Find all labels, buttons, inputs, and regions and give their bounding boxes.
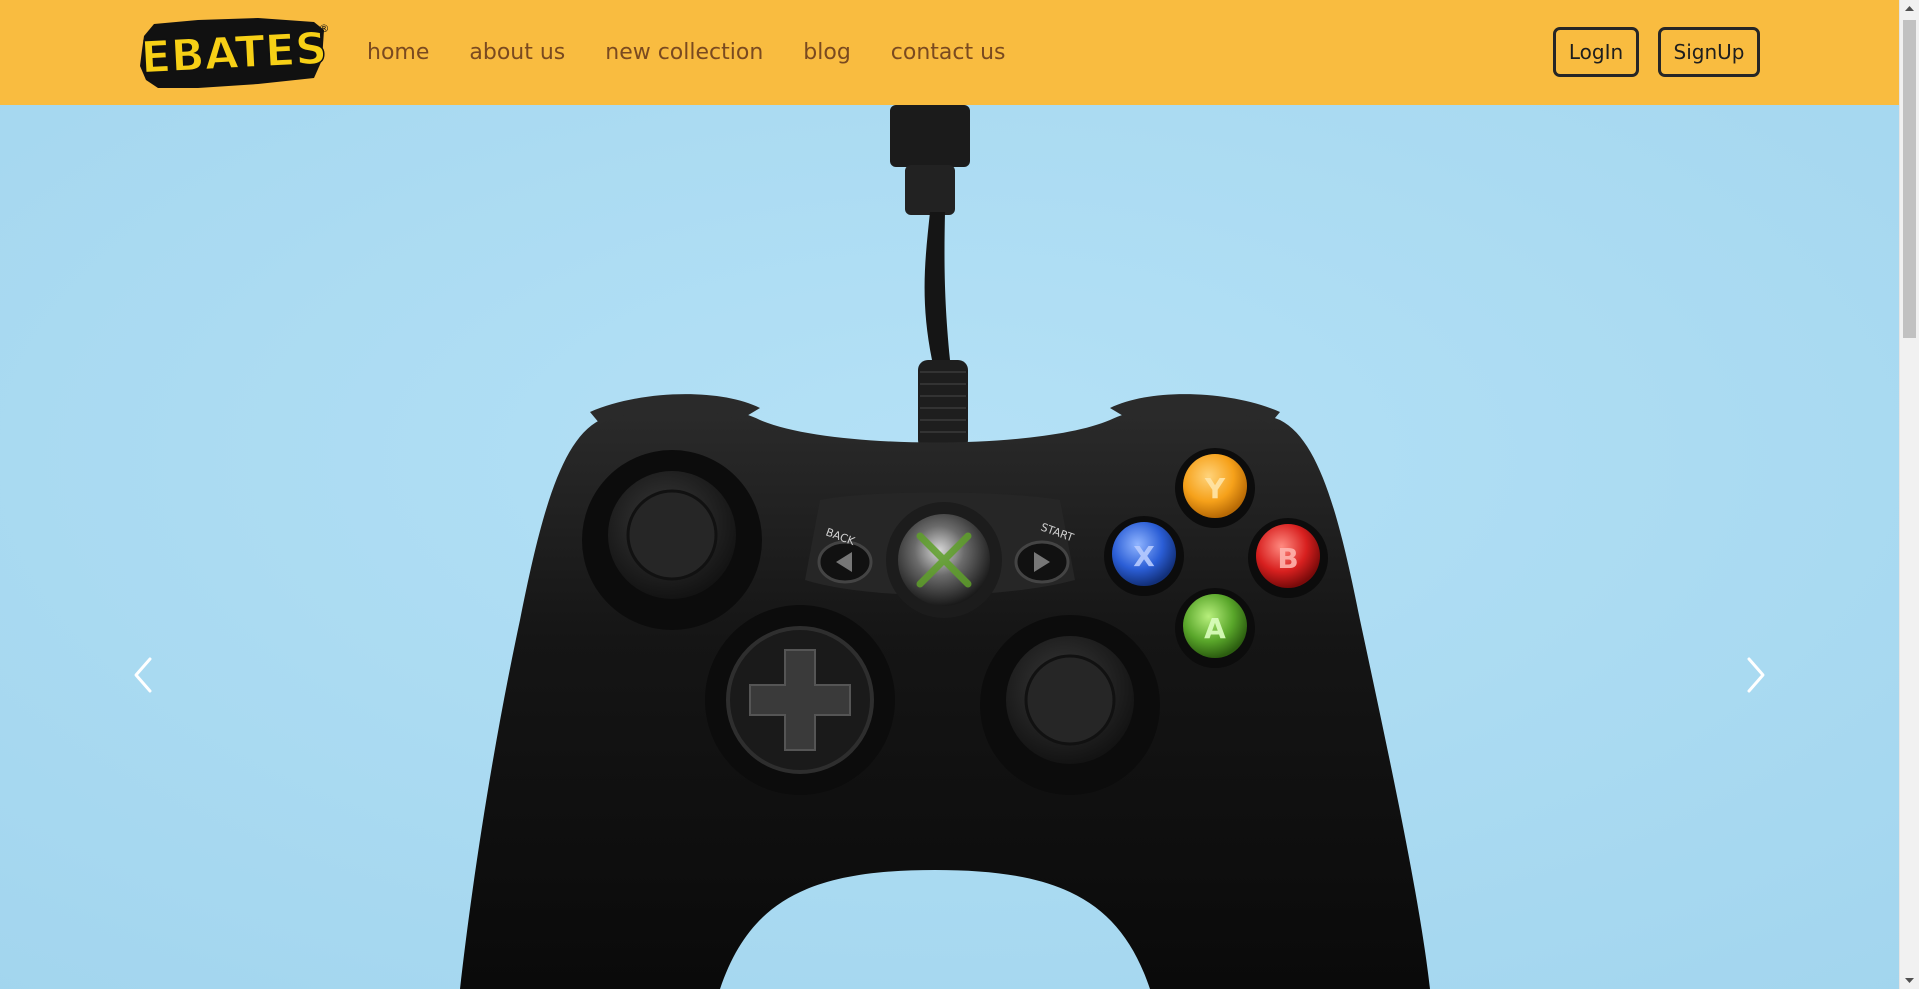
- nav-about-us[interactable]: about us: [469, 33, 565, 73]
- hero-image: BACK START Y X B A: [0, 105, 1899, 989]
- nav-blog[interactable]: blog: [803, 33, 851, 73]
- nav-contact-us[interactable]: contact us: [891, 33, 1006, 73]
- registered-mark: ®: [319, 22, 330, 35]
- main-nav: home about us new collection blog contac…: [367, 33, 1046, 73]
- carousel-prev-button[interactable]: [122, 645, 162, 705]
- vertical-scrollbar[interactable]: [1899, 0, 1919, 989]
- scroll-down-arrow-icon[interactable]: [1900, 971, 1919, 989]
- scrollbar-thumb[interactable]: [1903, 20, 1916, 338]
- carousel-next-button[interactable]: [1737, 645, 1777, 705]
- logo-wordmark: EBATES: [140, 23, 328, 84]
- login-button[interactable]: LogIn: [1553, 27, 1639, 77]
- y-button-label: Y: [1204, 472, 1226, 505]
- chevron-right-icon: [1747, 657, 1765, 693]
- page: EBATES ® home about us new collection bl…: [0, 0, 1919, 989]
- chevron-left-icon: [134, 657, 152, 693]
- x-button-label: X: [1133, 540, 1155, 573]
- scroll-up-arrow-icon[interactable]: [1900, 0, 1919, 18]
- b-button-label: B: [1277, 542, 1298, 575]
- ebates-logo[interactable]: EBATES ®: [138, 16, 330, 90]
- hero-carousel: BACK START Y X B A: [0, 105, 1899, 989]
- nav-home[interactable]: home: [367, 33, 429, 73]
- nav-new-collection[interactable]: new collection: [605, 33, 763, 73]
- navbar: EBATES ® home about us new collection bl…: [0, 0, 1899, 105]
- a-button-label: A: [1204, 612, 1226, 645]
- signup-button[interactable]: SignUp: [1658, 27, 1760, 77]
